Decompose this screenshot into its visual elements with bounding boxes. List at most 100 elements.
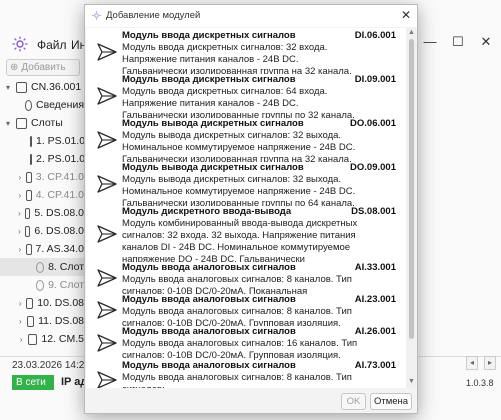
- box-icon: [26, 315, 35, 327]
- module-name: Модуль ввода аналоговых сигналов: [122, 294, 296, 305]
- tree-item[interactable]: ▾ CN.36.001: [4, 78, 84, 96]
- chevron-icon[interactable]: ›: [18, 317, 23, 326]
- box-icon: [26, 297, 34, 309]
- tree-item-label: Слоты: [31, 117, 63, 129]
- module-list-item[interactable]: Модуль ввода аналоговых сигналов AI.23.00…: [86, 294, 406, 326]
- module-name: Модуль ввода аналоговых сигналов: [122, 360, 296, 371]
- tree-item[interactable]: Сведения: [16, 96, 84, 114]
- module-name: Модуль ввода аналоговых сигналов: [122, 262, 296, 273]
- module-description: Модуль вывода дискретных сигналов: 32 вы…: [122, 130, 356, 162]
- module-description: Модуль комбинированный ввода-вывода диск…: [122, 218, 358, 262]
- module-list-item[interactable]: Модуль ввода аналоговых сигналов AI.73.00…: [86, 360, 406, 388]
- tree-item-label: 2. PS.01.0: [36, 153, 84, 165]
- module-name: Модуль ввода дискретных сигналов: [122, 30, 296, 41]
- chevron-icon[interactable]: ›: [18, 173, 22, 182]
- scroll-down-icon[interactable]: ▼: [408, 378, 415, 385]
- tree-item[interactable]: › 3. CP.41.0: [18, 168, 84, 186]
- tree-item-label: Сведения: [36, 99, 84, 111]
- module-code: AI.23.001: [354, 294, 396, 305]
- tree-item-label: 7. AS.34.0: [35, 243, 84, 255]
- module-code: DI.09.001: [354, 74, 396, 85]
- send-arrow-icon: [96, 369, 118, 388]
- slot-icon: [35, 279, 45, 291]
- dialog-close-icon[interactable]: ✕: [401, 8, 411, 22]
- minimize-icon[interactable]: —: [418, 34, 442, 52]
- tree-item-label: CN.36.001: [31, 81, 82, 93]
- send-arrow-icon: [96, 173, 118, 195]
- chevron-icon[interactable]: ›: [18, 335, 24, 344]
- tree-item-label: 4. CP.41.0: [35, 189, 84, 201]
- tree-item[interactable]: 1. PS.01.0: [26, 132, 84, 150]
- tree-item[interactable]: › 10. DS.08: [18, 294, 84, 312]
- module-list-item[interactable]: Модуль ввода аналоговых сигналов AI.26.00…: [86, 326, 406, 360]
- tree-item[interactable]: 8. Слот: [0, 258, 84, 276]
- module-description: Модуль ввода дискретных сигналов: 32 вхо…: [122, 42, 352, 74]
- tree-item-label: 3. CP.41.0: [35, 171, 84, 183]
- tree-item-label: 1. PS.01.0: [36, 135, 84, 147]
- module-list-item[interactable]: Модуль ввода дискретных сигналов DI.06.00…: [86, 30, 406, 74]
- module-code: DS.08.001: [351, 206, 396, 217]
- module-description: Модуль ввода дискретных сигналов: 64 вхо…: [122, 86, 355, 118]
- module-list-item[interactable]: Модуль дискретного ввода-вывода DS.08.001…: [86, 206, 406, 262]
- module-list-scrollbar[interactable]: ▲ ▼: [406, 28, 417, 388]
- ok-button[interactable]: OK: [341, 393, 366, 410]
- tree-item[interactable]: ▾ Слоты: [4, 114, 84, 132]
- chevron-icon[interactable]: ›: [18, 209, 21, 218]
- tree-item[interactable]: › 7. AS.34.0: [18, 240, 84, 258]
- tree-item-label: 5. DS.08.0: [34, 207, 84, 219]
- send-arrow-icon: [96, 223, 118, 245]
- tree-item[interactable]: › 6. DS.08.0: [18, 222, 84, 240]
- module-list-item[interactable]: Модуль ввода аналоговых сигналов AI.33.00…: [86, 262, 406, 294]
- send-arrow-icon: [96, 129, 118, 151]
- menu-file[interactable]: Файл: [37, 38, 67, 52]
- cancel-button[interactable]: Отмена: [370, 393, 412, 410]
- module-list-item[interactable]: Модуль ввода дискретных сигналов DI.09.00…: [86, 74, 406, 118]
- module-list-item[interactable]: Модуль вывода дискретных сигналов DO.06.0…: [86, 118, 406, 162]
- tree-item[interactable]: › 11. DS.08: [18, 312, 84, 330]
- module-description: Модуль ввода аналоговых сигналов: 8 кана…: [122, 372, 352, 388]
- module-description: Модуль ввода аналоговых сигналов: 8 кана…: [122, 274, 352, 294]
- chevron-icon[interactable]: ▾: [4, 83, 12, 92]
- scroll-left-icon[interactable]: ◂: [466, 356, 478, 370]
- tree-item[interactable]: 2. PS.01.0: [26, 150, 84, 168]
- chevron-icon[interactable]: ›: [18, 227, 21, 236]
- chevron-icon[interactable]: ›: [18, 191, 22, 200]
- tree-item[interactable]: 9. Слот: [26, 276, 84, 294]
- module-name: Модуль вывода дискретных сигналов: [122, 118, 304, 129]
- module-code: DO.06.001: [350, 118, 396, 129]
- box-icon: [30, 153, 32, 165]
- send-arrow-icon: [96, 332, 118, 354]
- slots-icon: [16, 117, 27, 129]
- plus-icon: ⊕: [10, 62, 19, 73]
- send-arrow-icon: [96, 267, 118, 289]
- chevron-icon[interactable]: ›: [18, 299, 22, 308]
- scroll-right-icon[interactable]: ▸: [484, 356, 496, 370]
- module-name: Модуль дискретного ввода-вывода: [122, 206, 292, 217]
- dialog-logo-icon: [92, 11, 101, 20]
- info-icon: [24, 99, 33, 111]
- tree-item-label: 6. DS.08.0: [34, 225, 84, 237]
- add-button[interactable]: ⊕ Добавить: [6, 59, 80, 76]
- tree-item[interactable]: › 5. DS.08.0: [18, 204, 84, 222]
- box-icon: [25, 171, 32, 183]
- tree-item[interactable]: › 12. CM.5: [18, 330, 84, 348]
- scroll-thumb[interactable]: [409, 39, 414, 339]
- app-version: 1.0.3.8: [466, 378, 494, 388]
- chevron-icon[interactable]: ›: [18, 245, 22, 254]
- tree-item[interactable]: › 4. CP.41.0: [18, 186, 84, 204]
- chevron-icon[interactable]: ▾: [4, 119, 12, 128]
- module-code: AI.73.001: [354, 360, 396, 371]
- module-description: Модуль вывода дискретных сигналов: 32 вы…: [122, 174, 356, 206]
- app-logo-icon: [12, 36, 28, 52]
- box-icon: [25, 189, 32, 201]
- module-list[interactable]: Модуль ввода дискретных сигналов DI.06.00…: [86, 28, 406, 388]
- tree-item-label: 12. CM.5: [41, 333, 84, 345]
- scroll-up-icon[interactable]: ▲: [408, 29, 415, 36]
- dialog-button-bar: OK Отмена: [85, 389, 417, 413]
- add-modules-dialog: Добавление модулей ✕ Модуль ввода дискре…: [84, 4, 418, 414]
- add-button-label: Добавить: [21, 62, 66, 73]
- maximize-icon[interactable]: ☐: [446, 34, 470, 52]
- close-window-icon[interactable]: ✕: [474, 34, 498, 52]
- module-list-item[interactable]: Модуль вывода дискретных сигналов DO.09.0…: [86, 162, 406, 206]
- device-icon: [16, 81, 27, 93]
